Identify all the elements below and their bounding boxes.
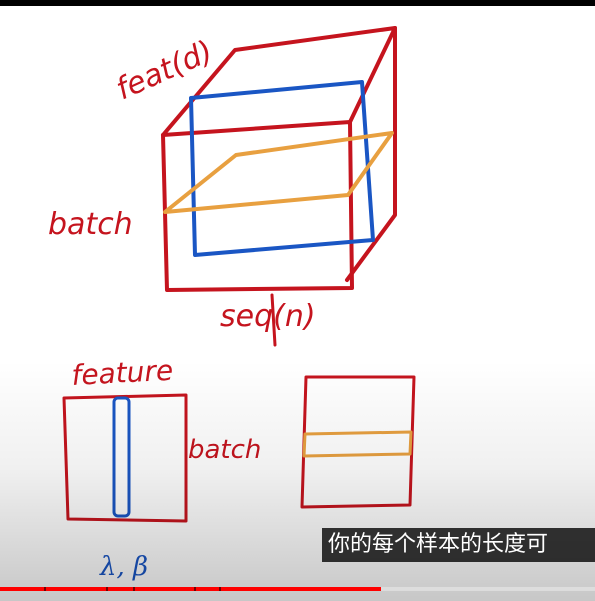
chapter-marker	[106, 587, 108, 591]
cube-batch-slice	[163, 131, 394, 214]
layer-params-label: λ, β	[99, 552, 148, 582]
chapter-marker	[44, 587, 46, 591]
video-progress-played	[0, 587, 381, 591]
subtitle-caption: 你的每个样本的长度可	[322, 528, 595, 562]
chapter-marker	[133, 587, 135, 591]
whiteboard-drawing: feat(d) batch seq(n) feature batch λ, β	[48, 26, 416, 582]
layer-feature-label: feature	[71, 354, 174, 392]
batch-norm-box	[300, 375, 416, 509]
chapter-marker	[219, 587, 221, 591]
layer-norm-box	[62, 393, 188, 523]
cube-batch-label: batch	[48, 207, 133, 242]
layer-norm-feature-column	[112, 396, 131, 518]
video-progress-bar[interactable]	[0, 587, 595, 591]
layer-batch-label: batch	[188, 435, 261, 465]
cube-seq-label: seq(n)	[220, 299, 316, 334]
batch-norm-batch-row	[302, 430, 413, 458]
chapter-marker	[194, 587, 196, 591]
